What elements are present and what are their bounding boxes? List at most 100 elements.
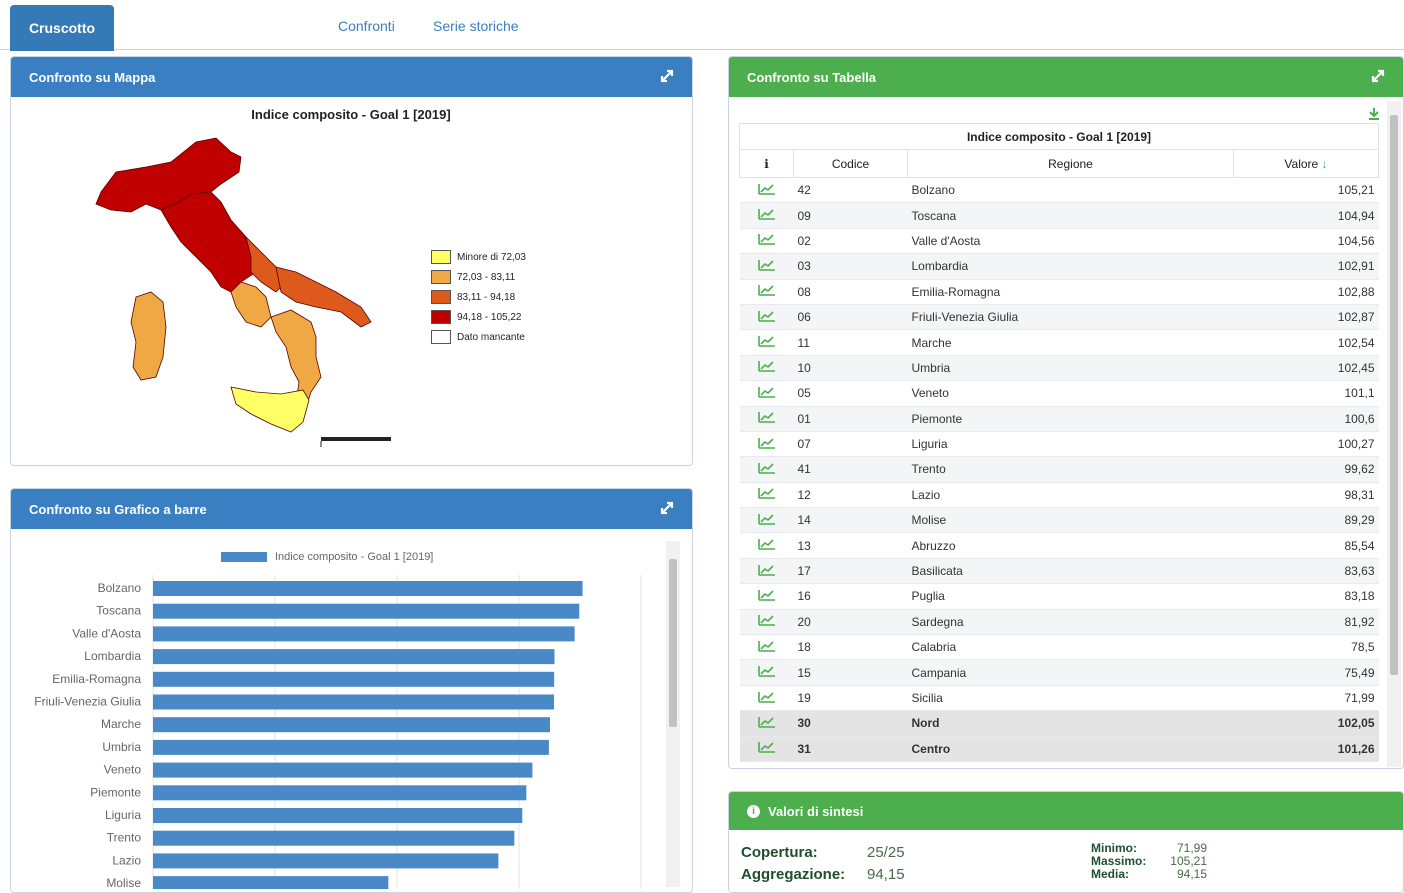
bar-category-label: Valle d'Aosta	[72, 626, 141, 640]
table-row[interactable]: 08 Emilia-Romagna 102,88	[739, 279, 1379, 305]
expand-icon[interactable]	[658, 67, 676, 85]
mean-value: 94,15	[1176, 867, 1207, 881]
trend-chart-icon[interactable]	[739, 482, 794, 509]
table-row[interactable]: 09 Toscana 104,94	[739, 202, 1379, 229]
bar-chart: Bolzano Toscana Valle d'Aosta Lombardia Emil…	[34, 575, 642, 889]
bar[interactable]	[153, 649, 555, 665]
table-scrollbar[interactable]	[1387, 101, 1401, 767]
table-panel-title: Confronto su Tabella	[747, 69, 877, 85]
bar[interactable]	[153, 694, 555, 710]
bar-category-label: Toscana	[96, 604, 141, 618]
bar-scrollbar-thumb[interactable]	[669, 559, 677, 727]
table-row[interactable]: 01 Piemonte 100,6	[739, 406, 1379, 432]
cell-code: 07	[793, 431, 908, 458]
trend-chart-icon[interactable]	[739, 710, 794, 737]
trend-chart-icon[interactable]	[739, 177, 794, 204]
italy-map[interactable]	[71, 132, 391, 452]
info-icon[interactable]: ℹ	[739, 149, 794, 178]
trend-chart-icon[interactable]	[739, 583, 794, 610]
tab-cruscotto[interactable]: Cruscotto	[10, 5, 114, 51]
table-row[interactable]: 17 Basilicata 83,63	[739, 558, 1379, 585]
bar-scrollbar[interactable]	[666, 541, 680, 887]
table-row[interactable]: 12 Lazio 98,31	[739, 482, 1379, 509]
table-row[interactable]: 19 Sicilia 71,99	[739, 685, 1379, 712]
table-row[interactable]: 14 Molise 89,29	[739, 507, 1379, 534]
bar[interactable]	[153, 762, 533, 778]
bar[interactable]	[153, 808, 523, 823]
trend-chart-icon[interactable]	[739, 634, 794, 661]
table-row[interactable]: 05 Veneto 101,1	[739, 380, 1379, 407]
trend-chart-icon[interactable]	[739, 736, 794, 762]
table-row[interactable]: 10 Umbria 102,45	[739, 355, 1379, 382]
table-row[interactable]: 30 Nord 102,05	[739, 710, 1379, 737]
table-row[interactable]: 02 Valle d'Aosta 104,56	[739, 228, 1379, 255]
bar-legend: Indice composito - Goal 1 [2019]	[221, 551, 433, 563]
column-header-code[interactable]: Codice	[793, 149, 908, 178]
legend-label: 72,03 - 83,11	[457, 271, 516, 283]
bar[interactable]	[153, 876, 389, 889]
table-scrollbar-thumb[interactable]	[1390, 115, 1398, 675]
legend-item: 72,03 - 83,11	[431, 267, 526, 287]
trend-chart-icon[interactable]	[739, 406, 794, 432]
legend-label: 83,11 - 94,18	[457, 291, 516, 303]
trend-chart-icon[interactable]	[739, 253, 794, 280]
bar-category-label: Marche	[101, 717, 141, 731]
bar[interactable]	[153, 581, 583, 596]
download-icon[interactable]	[1367, 107, 1381, 121]
table-row[interactable]: 11 Marche 102,54	[739, 329, 1379, 356]
tab-serie-storiche[interactable]: Serie storiche	[433, 18, 519, 34]
trend-chart-icon[interactable]	[739, 329, 794, 356]
cell-value: 102,88	[1233, 279, 1379, 305]
table-row[interactable]: 15 Campania 75,49	[739, 659, 1379, 686]
bar[interactable]	[153, 830, 515, 846]
cell-region: Liguria	[907, 431, 1234, 458]
trend-chart-icon[interactable]	[739, 431, 794, 458]
cell-value: 102,91	[1233, 253, 1379, 280]
table-row[interactable]: 13 Abruzzo 85,54	[739, 532, 1379, 559]
tab-confronti[interactable]: Confronti	[338, 18, 395, 34]
trend-chart-icon[interactable]	[739, 355, 794, 382]
sort-desc-icon: ↓	[1321, 156, 1328, 171]
cell-code: 30	[793, 710, 908, 737]
bar[interactable]	[153, 626, 575, 642]
trend-chart-icon[interactable]	[739, 532, 794, 559]
trend-chart-icon[interactable]	[739, 659, 794, 686]
table-row[interactable]: 42 Bolzano 105,21	[739, 177, 1379, 204]
bar-category-label: Molise	[106, 876, 141, 889]
coverage-label: Copertura:	[741, 844, 818, 861]
trend-chart-icon[interactable]	[739, 456, 794, 483]
table-row[interactable]: 31 Centro 101,26	[739, 736, 1379, 762]
cell-code: 31	[793, 736, 908, 762]
trend-chart-icon[interactable]	[739, 279, 794, 305]
table-row[interactable]: 06 Friuli-Venezia Giulia 102,87	[739, 304, 1379, 331]
column-header-value[interactable]: Valore ↓	[1233, 149, 1379, 178]
trend-chart-icon[interactable]	[739, 304, 794, 331]
bar[interactable]	[153, 785, 527, 801]
trend-chart-icon[interactable]	[739, 507, 794, 534]
map-panel: Confronto su Mappa Indice composito - Go…	[10, 56, 693, 466]
bar[interactable]	[153, 739, 549, 755]
expand-icon[interactable]	[658, 499, 676, 517]
trend-chart-icon[interactable]	[739, 609, 794, 636]
table-row[interactable]: 03 Lombardia 102,91	[739, 253, 1379, 280]
expand-icon[interactable]	[1369, 67, 1387, 85]
bar[interactable]	[153, 853, 499, 869]
bar-category-label: Trento	[107, 831, 142, 845]
bar[interactable]	[153, 717, 550, 733]
trend-chart-icon[interactable]	[739, 228, 794, 255]
trend-chart-icon[interactable]	[739, 558, 794, 585]
trend-chart-icon[interactable]	[739, 380, 794, 407]
table-row[interactable]: 07 Liguria 100,27	[739, 431, 1379, 458]
bar[interactable]	[153, 603, 580, 619]
table-row[interactable]: 20 Sardegna 81,92	[739, 609, 1379, 636]
cell-region: Sicilia	[907, 685, 1234, 712]
bar[interactable]	[153, 671, 555, 687]
trend-chart-icon[interactable]	[739, 202, 794, 229]
table-row[interactable]: 18 Calabria 78,5	[739, 634, 1379, 661]
table-row[interactable]: 41 Trento 99,62	[739, 456, 1379, 483]
cell-code: 12	[793, 482, 908, 509]
table-row[interactable]: 16 Puglia 83,18	[739, 583, 1379, 610]
column-header-region[interactable]: Regione	[907, 149, 1234, 178]
trend-chart-icon[interactable]	[739, 685, 794, 712]
cell-value: 83,18	[1233, 583, 1379, 610]
